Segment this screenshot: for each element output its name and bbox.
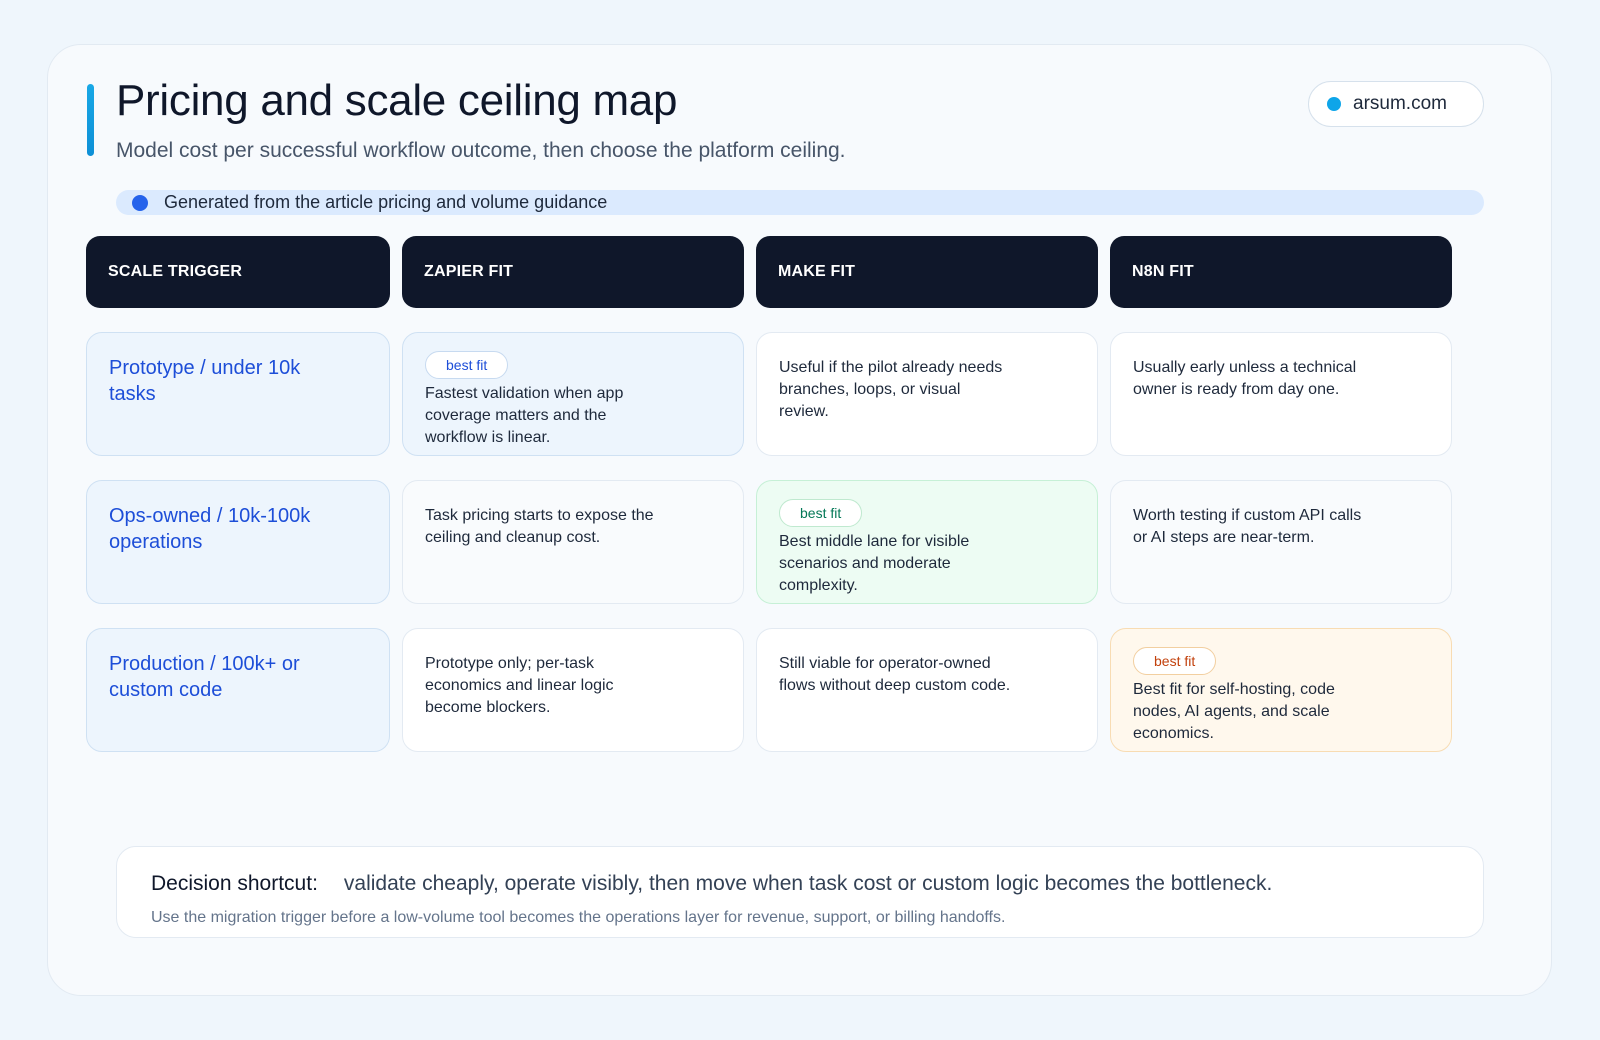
cell-text: Fastest validation when app coverage mat… [425,385,624,446]
cell-text: Useful if the pilot already needs branch… [779,359,1003,420]
cell-production-zapier: Prototype only; per-task economics and l… [402,628,744,752]
page-title: Pricing and scale ceiling map [116,76,678,125]
column-header-make-fit: MAKE FIT [756,236,1098,308]
cell-ops-zapier: Task pricing starts to expose the ceilin… [402,480,744,604]
column-header-scale-trigger: SCALE TRIGGER [86,236,390,308]
decision-shortcut-note: Use the migration trigger before a low-v… [151,909,1006,926]
domain-badge[interactable]: arsum.com [1308,81,1484,127]
decision-shortcut-message: validate cheaply, operate visibly, then … [343,872,1273,895]
cell-text: Task pricing starts to expose the ceilin… [425,507,654,546]
cell-text: Best middle lane for visible scenarios a… [779,533,970,594]
trigger-label: Production / 100k+ or custom code [109,653,300,701]
decision-shortcut-label: Decision shortcut: [151,872,318,895]
cell-production-make: Still viable for operator-owned flows wi… [756,628,1098,752]
column-header-n8n-fit: N8N FIT [1110,236,1452,308]
cell-ops-make: best fit Best middle lane for visible sc… [756,480,1098,604]
cell-text: Usually early unless a technical owner i… [1133,359,1357,398]
best-fit-badge: best fit [1133,647,1217,675]
cell-text: Best fit for self-hosting, code nodes, A… [1133,681,1335,742]
decision-shortcut-line: Decision shortcut: validate cheaply, oper… [151,872,1272,896]
cell-ops-n8n: Worth testing if custom API calls or AI … [1110,480,1452,604]
column-header-zapier-fit: ZAPIER FIT [402,236,744,308]
decision-shortcut-panel: Decision shortcut: validate cheaply, oper… [116,846,1484,938]
trigger-production: Production / 100k+ or custom code [86,628,390,752]
trigger-ops-owned: Ops-owned / 10k-100k operations [86,480,390,604]
source-note-strip: Generated from the article pricing and v… [116,190,1484,215]
status-dot-icon [1327,97,1341,111]
fit-matrix: SCALE TRIGGER ZAPIER FIT MAKE FIT N8N FI… [86,236,1452,752]
cell-text: Still viable for operator-owned flows wi… [779,655,1011,694]
cell-prototype-n8n: Usually early unless a technical owner i… [1110,332,1452,456]
cell-text: Worth testing if custom API calls or AI … [1133,507,1362,546]
cell-prototype-zapier: best fit Fastest validation when app cov… [402,332,744,456]
best-fit-badge: best fit [779,499,863,527]
source-note-text: Generated from the article pricing and v… [164,192,608,212]
trigger-prototype: Prototype / under 10k tasks [86,332,390,456]
cell-text: Prototype only; per-task economics and l… [425,655,614,716]
title-accent-bar [87,84,94,156]
info-dot-icon [132,194,148,211]
trigger-label: Prototype / under 10k tasks [109,357,301,405]
domain-label: arsum.com [1353,93,1447,114]
cell-production-n8n: best fit Best fit for self-hosting, code… [1110,628,1452,752]
cell-prototype-make: Useful if the pilot already needs branch… [756,332,1098,456]
trigger-label: Ops-owned / 10k-100k operations [109,505,311,553]
best-fit-badge: best fit [425,351,509,379]
page-subtitle: Model cost per successful workflow outco… [116,139,846,162]
